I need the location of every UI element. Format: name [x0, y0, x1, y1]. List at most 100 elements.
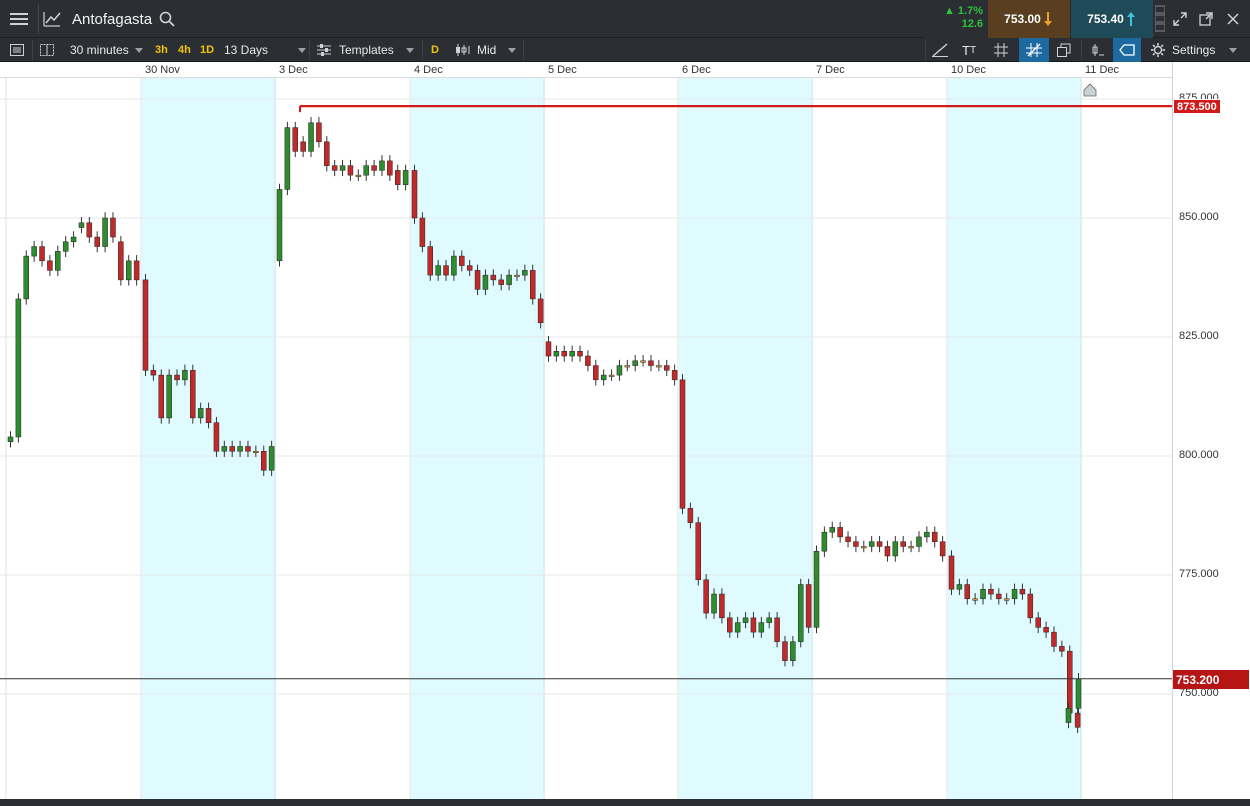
quick-1d-button[interactable]: 1D — [200, 38, 214, 62]
candle-body — [292, 127, 299, 152]
candle-body — [419, 217, 426, 247]
candle-body — [394, 170, 401, 185]
copy-icon[interactable] — [1057, 38, 1071, 62]
candle-body — [529, 270, 536, 300]
candle-body — [988, 589, 994, 595]
candle-body — [1027, 593, 1034, 619]
candles-icon — [456, 44, 470, 56]
expand-icon[interactable] — [1168, 0, 1192, 38]
day-shade-band — [948, 78, 1082, 806]
candle-body — [443, 265, 449, 276]
d-badge[interactable]: D — [431, 38, 439, 62]
chevron-down-icon — [508, 47, 517, 53]
buy-button[interactable]: 753.40 — [1071, 0, 1153, 38]
candle-body — [490, 274, 497, 281]
candle-body — [608, 374, 615, 377]
list-icon[interactable] — [10, 38, 24, 62]
candle-body — [980, 589, 986, 600]
candle-body — [711, 593, 717, 614]
close-icon[interactable] — [1221, 0, 1245, 38]
candle-body — [648, 360, 654, 366]
candle-body — [435, 265, 441, 276]
candle-body — [133, 260, 140, 281]
candle-body — [31, 246, 37, 257]
candle-body — [972, 598, 978, 601]
candle-body — [1065, 708, 1072, 723]
candle-body — [996, 593, 1002, 600]
settings-button[interactable]: Settings — [1151, 38, 1238, 62]
candle-body — [624, 365, 631, 368]
text-size-icon[interactable]: TT — [962, 38, 976, 62]
candle-body — [23, 255, 30, 300]
chart-area[interactable]: 30 Nov 3 Dec 4 Dec 5 Dec 6 Dec 7 Dec 10 Dec 11 … — [0, 62, 1250, 806]
candle-body — [482, 274, 489, 290]
candle-body — [174, 374, 180, 381]
price-axis[interactable]: 875.000 850.000 825.000 800.000 775.000 750.0… — [1172, 62, 1250, 806]
candle-body — [964, 584, 971, 600]
sell-button[interactable]: 753.00 — [988, 0, 1070, 38]
end-marker-icon — [1083, 83, 1097, 97]
indicator-icon[interactable] — [1090, 38, 1104, 62]
candle-body — [506, 274, 512, 285]
templates-button[interactable]: Templates — [317, 38, 414, 62]
candle-body — [347, 165, 354, 176]
sell-price: 753.00 — [1004, 12, 1041, 26]
range-select[interactable]: 13 Days — [224, 38, 306, 62]
candle-body — [118, 241, 124, 281]
date-tick-label: 4 Dec — [414, 64, 443, 76]
interval-select[interactable]: 30 minutes — [70, 38, 143, 62]
candle-body — [861, 546, 867, 549]
menu-icon[interactable] — [0, 0, 38, 38]
drag-handle-icon[interactable] — [1154, 0, 1166, 38]
candle-body — [15, 298, 22, 438]
price-type-select[interactable]: Mid — [455, 38, 517, 62]
price-chart[interactable] — [0, 62, 1172, 806]
draw-line-icon[interactable] — [932, 38, 948, 62]
arrow-up-icon — [1126, 12, 1135, 26]
candle-body — [1074, 712, 1081, 728]
candle-body — [727, 617, 733, 633]
crosshair-tool-icon[interactable] — [1019, 38, 1049, 62]
candle-body — [316, 122, 322, 143]
candle-body — [687, 508, 694, 523]
candle-body — [593, 365, 599, 381]
candle-body — [47, 260, 53, 271]
candle-body — [229, 446, 235, 452]
date-tick-label: 11 Dec — [1085, 64, 1120, 76]
candle-body — [197, 408, 204, 419]
candle-body — [205, 408, 212, 423]
candle-body — [671, 370, 678, 381]
quick-3h-button[interactable]: 3h — [155, 38, 168, 62]
price-tick-label: 750.000 — [1179, 687, 1219, 699]
candle-body — [94, 236, 100, 247]
date-tick-label: 30 Nov — [145, 64, 180, 76]
candle-body — [514, 274, 520, 277]
popout-icon[interactable] — [1194, 0, 1218, 38]
candle-body — [284, 127, 291, 190]
candle-body — [797, 584, 804, 642]
bottom-scrollbar[interactable] — [0, 799, 1250, 806]
candle-body — [805, 584, 812, 628]
change-percent: ▲ 1.7% — [943, 5, 983, 17]
price-tick-label: 825.000 — [1179, 330, 1219, 342]
candle-body — [331, 165, 338, 171]
chart-line-icon[interactable] — [39, 0, 65, 38]
quick-4h-button[interactable]: 4h — [178, 38, 191, 62]
date-axis: 30 Nov 3 Dec 4 Dec 5 Dec 6 Dec 7 Dec 10 Dec 11 … — [0, 62, 1172, 78]
candle-body — [451, 255, 457, 276]
candle-body — [916, 536, 922, 547]
layout-icon[interactable] — [40, 38, 54, 62]
candle-body — [790, 641, 796, 661]
search-icon[interactable] — [156, 0, 178, 38]
range-label: 13 Days — [224, 43, 269, 57]
candle-body — [402, 170, 409, 185]
candle-body — [829, 527, 836, 533]
price-tick-label: 800.000 — [1179, 449, 1219, 461]
candle-body — [600, 374, 607, 381]
candle-body — [1019, 589, 1026, 595]
candle-body — [1075, 678, 1082, 709]
grid-icon[interactable] — [994, 38, 1008, 62]
label-tool-icon[interactable] — [1113, 38, 1141, 62]
candle-body — [884, 546, 891, 557]
candle-body — [260, 450, 267, 471]
